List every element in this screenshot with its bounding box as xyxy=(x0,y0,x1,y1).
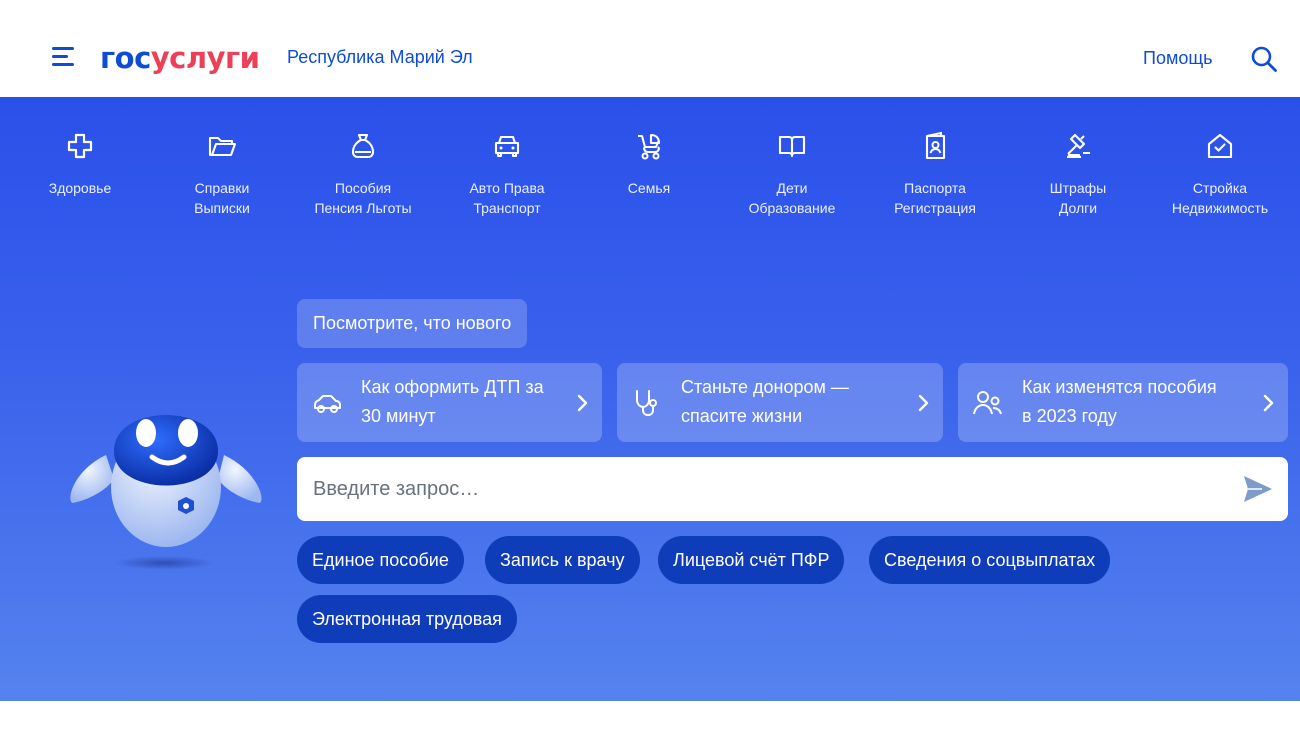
search-input[interactable] xyxy=(313,457,1213,521)
category-passport[interactable]: Паспорта Регистрация xyxy=(865,131,1005,218)
help-link[interactable]: Помощь xyxy=(1143,47,1213,69)
category-education[interactable]: Дети Образование xyxy=(722,131,862,218)
passport-icon xyxy=(925,131,946,160)
category-documents[interactable]: Справки Выписки xyxy=(152,131,292,218)
site-header: госуслуги Республика Марий Эл Помощь xyxy=(0,0,1300,97)
category-label: Здоровье xyxy=(48,180,112,196)
category-label-2: Недвижимость xyxy=(1171,200,1269,216)
stethoscope-icon xyxy=(636,390,657,417)
gosuslugi-logo[interactable]: госуслуги xyxy=(100,40,260,76)
category-health[interactable]: Здоровье xyxy=(10,131,150,198)
chip-doctor-appointment[interactable]: Запись к врачу xyxy=(485,536,640,584)
news-title-line1: Как оформить ДТП за xyxy=(361,377,544,397)
region-selector[interactable]: Республика Марий Эл xyxy=(287,46,473,68)
category-realty[interactable]: Стройка Недвижимость xyxy=(1150,131,1290,218)
category-fines[interactable]: Штрафы Долги xyxy=(1008,131,1148,218)
category-label: Семья xyxy=(627,180,671,196)
logo-part-uslugi: услуги xyxy=(150,41,260,75)
news-card-donor[interactable]: Станьте донором — спасите жизни xyxy=(617,363,943,442)
search-box xyxy=(297,457,1288,521)
category-family[interactable]: Семья xyxy=(579,131,719,198)
folder-icon xyxy=(208,136,237,157)
chip-unified-benefit[interactable]: Единое пособие xyxy=(297,536,464,584)
open-book-icon xyxy=(778,135,806,158)
stroller-icon xyxy=(638,133,661,160)
category-label-2: Транспорт xyxy=(473,200,541,216)
news-title-line2: спасите жизни xyxy=(681,406,803,426)
news-card-dtp[interactable]: Как оформить ДТП за 30 минут xyxy=(297,363,602,442)
news-title-line2: 30 минут xyxy=(361,406,436,426)
chevron-right-icon xyxy=(577,394,588,412)
category-label: Авто Права xyxy=(469,180,545,196)
car-icon xyxy=(494,135,520,158)
robot-mascot-icon xyxy=(70,415,262,570)
hero-section: Здоровье Справки Выписки Пособия Пенсия Ль… xyxy=(0,97,1300,701)
category-label-2: Выписки xyxy=(194,200,250,216)
category-label: Паспорта xyxy=(904,180,966,196)
chip-pfr-account[interactable]: Лицевой счёт ПФР xyxy=(658,536,845,584)
category-label-2: Долги xyxy=(1058,200,1098,216)
category-label: Стройка xyxy=(1192,180,1248,196)
chip-electronic-workbook[interactable]: Электронная трудовая xyxy=(297,595,517,643)
logo-part-gos: гос xyxy=(100,41,151,75)
chevron-right-icon xyxy=(1263,394,1274,412)
category-label: Справки xyxy=(194,180,250,196)
money-bag-icon xyxy=(351,133,375,159)
gavel-icon xyxy=(1067,133,1090,159)
category-label: Дети xyxy=(776,180,808,196)
whats-new-button[interactable]: Посмотрите, что нового xyxy=(297,299,528,348)
send-icon[interactable] xyxy=(1242,474,1274,504)
news-title-line1: Как изменятся пособия xyxy=(1022,377,1217,397)
category-label: Штрафы xyxy=(1049,180,1107,196)
category-label: Пособия xyxy=(334,180,392,196)
news-title-line1: Станьте донором — xyxy=(681,377,849,397)
health-cross-icon xyxy=(67,133,93,159)
category-label-2: Регистрация xyxy=(894,200,976,216)
category-auto[interactable]: Авто Права Транспорт xyxy=(437,131,577,218)
search-icon[interactable] xyxy=(1250,45,1278,73)
news-title-line2: в 2023 году xyxy=(1022,406,1117,426)
people-icon xyxy=(973,391,1002,415)
chevron-right-icon xyxy=(918,394,929,412)
house-icon xyxy=(1207,133,1233,159)
menu-icon[interactable] xyxy=(52,47,76,69)
category-label-2: Образование xyxy=(748,200,836,216)
chip-social-payments[interactable]: Сведения о соцвыплатах xyxy=(869,536,1111,584)
category-benefits[interactable]: Пособия Пенсия Льготы xyxy=(293,131,433,218)
news-card-benefits-2023[interactable]: Как изменятся пособия в 2023 году xyxy=(958,363,1288,442)
category-bar: Здоровье Справки Выписки Пособия Пенсия Ль… xyxy=(0,97,1300,237)
category-label-2: Пенсия Льготы xyxy=(314,200,412,216)
car-icon xyxy=(314,395,341,413)
